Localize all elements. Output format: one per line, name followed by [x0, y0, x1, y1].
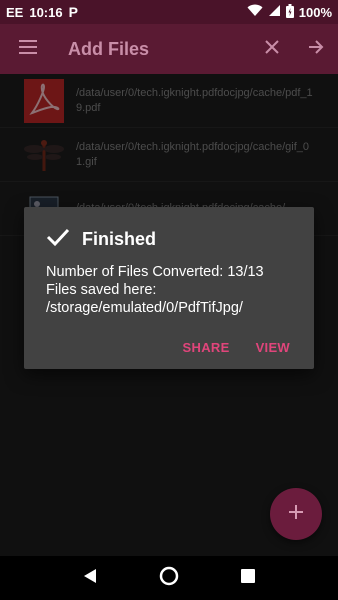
- home-circle-icon: [159, 566, 179, 591]
- dialog-header: Finished: [46, 227, 156, 252]
- finished-dialog: Finished Number of Files Converted: 13/1…: [24, 207, 314, 369]
- nav-home-button[interactable]: [149, 558, 189, 598]
- close-button[interactable]: [250, 24, 294, 74]
- dialog-actions: SHARE VIEW: [183, 340, 290, 355]
- status-bar: EE 10:16 P 100%: [0, 0, 338, 24]
- system-nav-bar: [0, 556, 338, 600]
- back-triangle-icon: [83, 568, 97, 589]
- view-button[interactable]: VIEW: [256, 340, 290, 355]
- next-button[interactable]: [294, 24, 338, 74]
- share-button[interactable]: SHARE: [183, 340, 230, 355]
- menu-icon: [19, 39, 37, 59]
- clock: 10:16: [29, 4, 63, 20]
- recents-square-icon: [241, 568, 256, 588]
- signal-icon: [268, 4, 281, 20]
- add-file-button[interactable]: [270, 488, 322, 540]
- add-icon: [289, 504, 303, 524]
- wifi-icon: [247, 4, 263, 20]
- arrow-forward-icon: [308, 39, 324, 60]
- nav-recents-button[interactable]: [228, 558, 268, 598]
- menu-button[interactable]: [0, 24, 56, 74]
- dialog-title: Finished: [82, 229, 157, 249]
- close-icon: [265, 39, 279, 59]
- page-title: Add Files: [68, 38, 150, 59]
- check-icon: [46, 227, 70, 252]
- app-bar: Add Files: [0, 24, 338, 74]
- carrier-label: EE: [6, 4, 24, 20]
- save-location-text: Files saved here: /storage/emulated/0/Pd…: [46, 282, 243, 316]
- dialog-message: Number of Files Converted: 13/13 Files s…: [46, 263, 296, 317]
- converted-count-text: Number of Files Converted: 13/13: [46, 264, 264, 280]
- app-notification-icon: P: [68, 4, 78, 20]
- battery-percent: 100%: [298, 4, 332, 20]
- battery-icon: [285, 3, 294, 21]
- nav-back-button[interactable]: [70, 558, 110, 598]
